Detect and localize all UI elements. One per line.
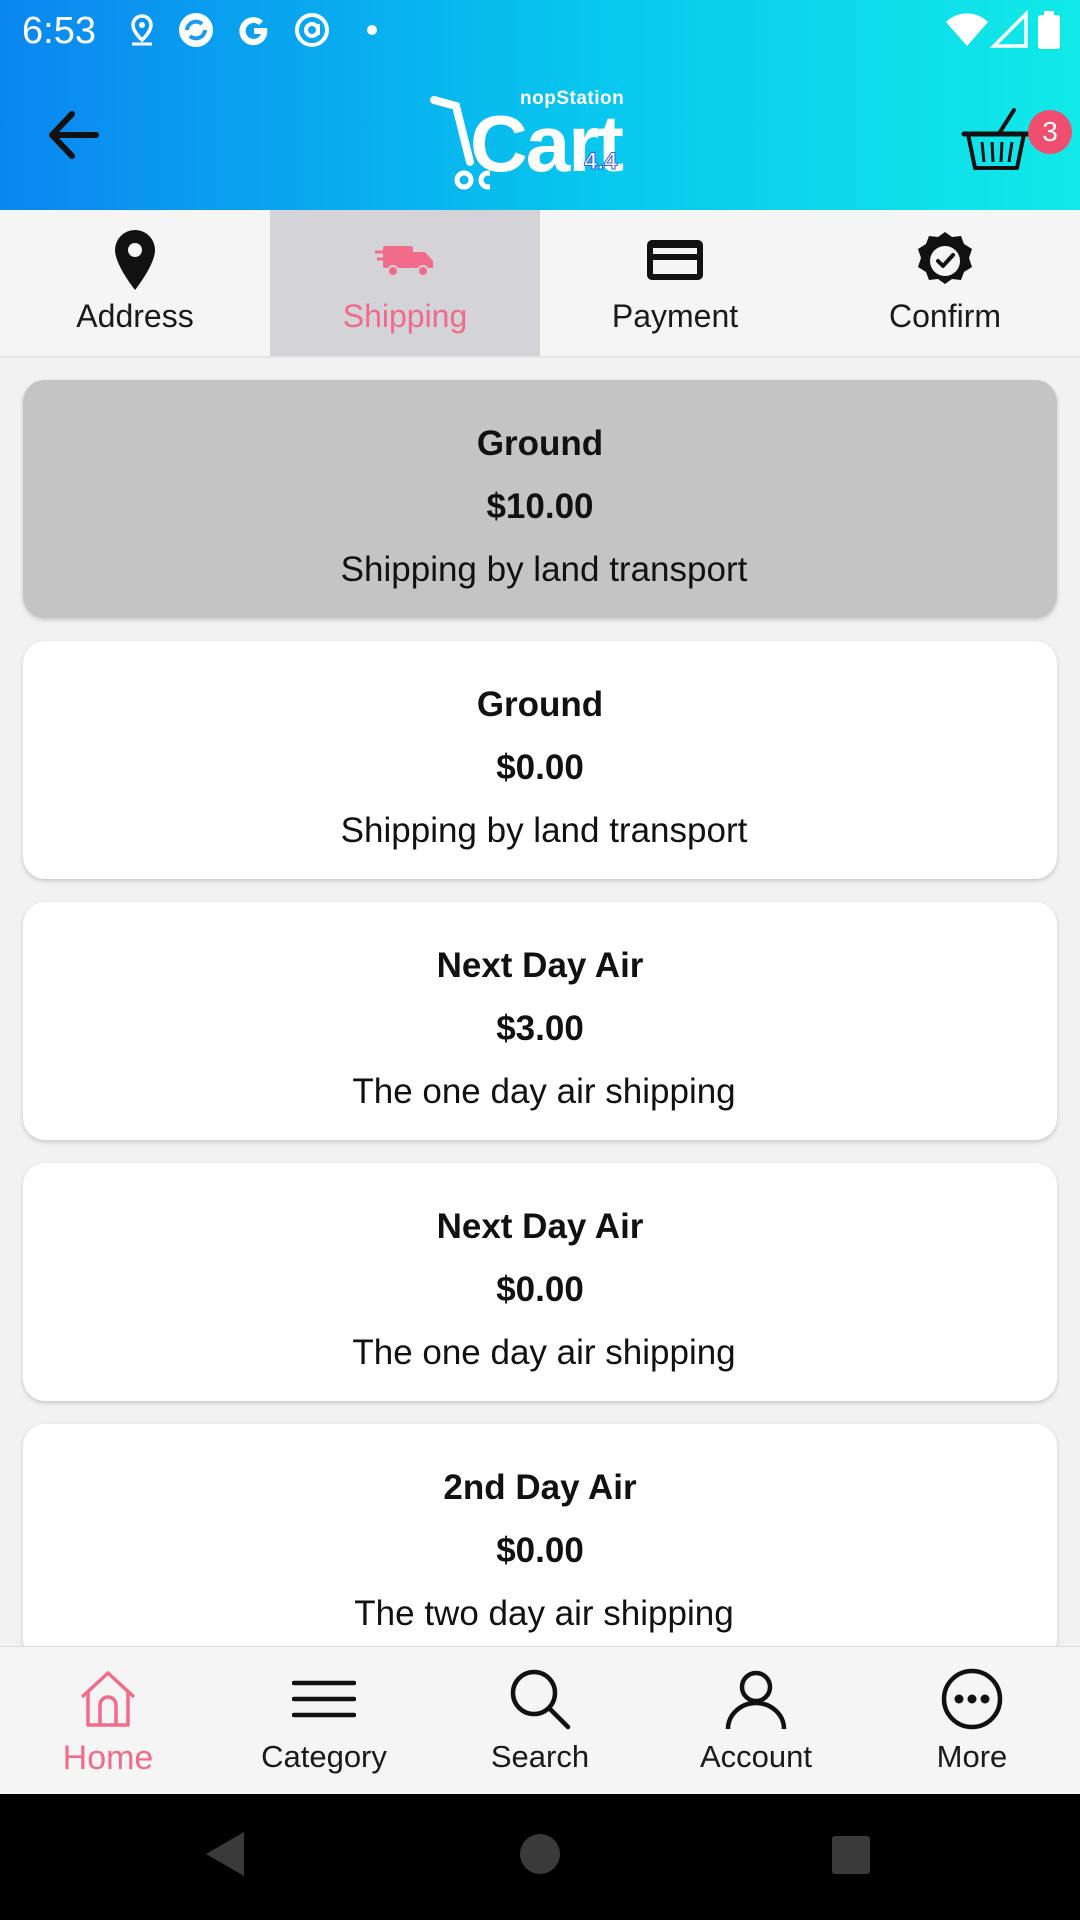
arrow-left-icon <box>49 111 99 159</box>
nav-more-label: More <box>936 1739 1008 1774</box>
credit-card-icon <box>647 240 703 280</box>
shipping-option[interactable]: Next Day Air $3.00 The one day air shipp… <box>23 902 1057 1140</box>
system-back-button[interactable] <box>196 1824 256 1884</box>
logo-version: 4.4 <box>583 148 618 176</box>
nav-more[interactable]: More <box>864 1647 1080 1795</box>
nav-account[interactable]: Account <box>648 1647 864 1795</box>
step-shipping-label: Shipping <box>342 298 468 334</box>
app-logo: nopStation Cart 4.4 <box>430 84 650 192</box>
back-button[interactable] <box>40 100 110 170</box>
shipping-option-price: $0.00 <box>496 1531 584 1570</box>
square-recents-icon <box>832 1836 870 1874</box>
location-status-icon <box>131 14 153 46</box>
nav-category-label: Category <box>261 1739 387 1774</box>
shipping-option-name: 2nd Day Air <box>443 1468 637 1507</box>
shipping-option-description: The two day air shipping <box>354 1594 734 1633</box>
shipping-option-price: $10.00 <box>486 487 594 526</box>
step-address[interactable]: Address <box>0 210 270 356</box>
shipping-option-price: $3.00 <box>496 1009 584 1048</box>
step-confirm[interactable]: Confirm <box>810 210 1080 356</box>
shipping-option-price: $0.00 <box>496 1270 584 1309</box>
nav-category[interactable]: Category <box>216 1647 432 1795</box>
bottom-navigation: Home Category Search Account More <box>0 1646 1080 1794</box>
shipping-option-name: Ground <box>476 424 604 463</box>
nav-account-label: Account <box>699 1739 812 1774</box>
step-payment[interactable]: Payment <box>540 210 810 356</box>
shipping-option[interactable]: Ground $10.00 Shipping by land transport <box>23 380 1057 618</box>
signal-icon <box>990 10 1028 48</box>
system-home-button[interactable] <box>510 1824 570 1884</box>
triangle-back-icon <box>206 1832 244 1876</box>
google-status-icon <box>239 17 268 46</box>
dot-status-icon <box>367 25 377 35</box>
basket-icon <box>961 108 1031 170</box>
at-sign-status-icon <box>295 13 329 47</box>
shipping-option-description: The one day air shipping <box>352 1072 736 1111</box>
wifi-icon <box>946 13 988 47</box>
system-navigation-bar <box>0 1794 1080 1920</box>
status-bar: 6:53 <box>0 0 1080 62</box>
shipping-option[interactable]: Next Day Air $0.00 The one day air shipp… <box>23 1163 1057 1401</box>
cart-button[interactable] <box>960 106 1032 178</box>
checkout-steps: Address Shipping Payment Confirm <box>0 210 1080 358</box>
system-recents-button[interactable] <box>820 1824 880 1884</box>
app-header: 6:53 nopStation Cart 4.4 3 <box>0 0 1080 210</box>
logo-cart-handle-icon <box>430 96 490 190</box>
menu-lines-icon <box>292 1680 356 1718</box>
shipping-methods-list: Ground $10.00 Shipping by land transport… <box>0 358 1080 1646</box>
badge-check-icon <box>918 232 972 284</box>
circle-home-icon <box>520 1834 560 1874</box>
nav-home[interactable]: Home <box>0 1647 216 1795</box>
shipping-option-price: $0.00 <box>496 748 584 787</box>
shipping-option-description: The one day air shipping <box>352 1333 736 1372</box>
nav-home-label: Home <box>62 1739 154 1777</box>
shipping-option-description: Shipping by land transport <box>340 550 748 589</box>
nav-search-label: Search <box>490 1739 590 1774</box>
shipping-option-name: Next Day Air <box>436 946 644 985</box>
nav-search[interactable]: Search <box>432 1647 648 1795</box>
search-icon <box>510 1669 571 1730</box>
step-shipping[interactable]: Shipping <box>270 210 540 356</box>
home-icon <box>80 1671 136 1727</box>
shipping-option[interactable]: 2nd Day Air $0.00 The two day air shippi… <box>23 1424 1057 1646</box>
user-icon <box>725 1670 787 1730</box>
more-dots-icon <box>941 1668 1003 1730</box>
step-confirm-label: Confirm <box>888 298 1001 334</box>
logo-word: Cart <box>470 99 624 188</box>
step-payment-label: Payment <box>611 298 739 334</box>
truck-icon <box>375 246 433 277</box>
battery-icon <box>1038 11 1060 49</box>
cart-count-badge: 3 <box>1028 110 1072 154</box>
shipping-option-name: Ground <box>476 685 604 724</box>
screen: 6:53 nopStation Cart 4.4 3 Address Shipp… <box>0 0 1080 1920</box>
location-pin-icon <box>115 230 155 290</box>
status-time: 6:53 <box>22 10 96 52</box>
sync-status-icon <box>179 13 213 47</box>
shipping-option[interactable]: Ground $0.00 Shipping by land transport <box>23 641 1057 879</box>
shipping-option-description: Shipping by land transport <box>340 811 748 850</box>
shipping-option-name: Next Day Air <box>436 1207 644 1246</box>
step-address-label: Address <box>76 298 194 334</box>
